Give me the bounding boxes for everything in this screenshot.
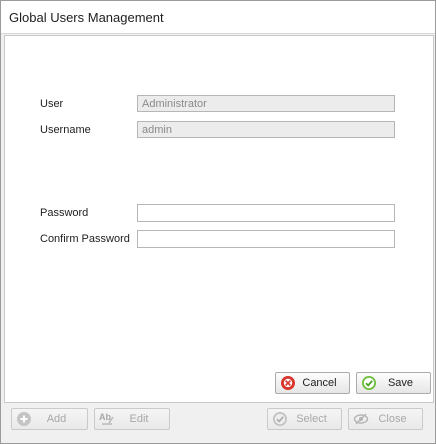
bottom-toolbar: Add Ab Edit Select Close [1, 403, 435, 443]
edit-label: Edit [129, 413, 149, 425]
user-label: User [40, 98, 64, 110]
cancel-button[interactable]: Cancel [275, 372, 350, 394]
cancel-label: Cancel [302, 377, 337, 389]
username-field [137, 121, 395, 138]
user-field [137, 95, 395, 112]
add-icon [16, 411, 32, 427]
select-check-icon [272, 411, 288, 427]
confirm-password-label: Confirm Password [40, 233, 130, 245]
svg-text:Ab: Ab [99, 412, 111, 422]
close-button[interactable]: Close [348, 408, 423, 430]
save-button[interactable]: Save [356, 372, 431, 394]
edit-button[interactable]: Ab Edit [94, 408, 170, 430]
global-users-window: Global Users Management User Username Pa… [0, 0, 436, 444]
close-label: Close [378, 413, 407, 425]
edit-text-icon: Ab [99, 411, 115, 427]
save-label: Save [387, 377, 414, 389]
password-field[interactable] [137, 204, 395, 222]
select-button[interactable]: Select [267, 408, 342, 430]
select-label: Select [296, 413, 327, 425]
username-label: Username [40, 124, 91, 136]
save-check-icon [361, 375, 377, 391]
add-label: Add [46, 413, 67, 425]
add-button[interactable]: Add [11, 408, 88, 430]
title-bar[interactable]: Global Users Management [1, 1, 435, 34]
confirm-password-field[interactable] [137, 230, 395, 248]
user-form-panel: User Username Password Confirm Password … [4, 35, 434, 403]
window-title: Global Users Management [9, 10, 164, 25]
close-eye-icon [353, 411, 369, 427]
cancel-icon [280, 375, 296, 391]
password-label: Password [40, 207, 89, 219]
